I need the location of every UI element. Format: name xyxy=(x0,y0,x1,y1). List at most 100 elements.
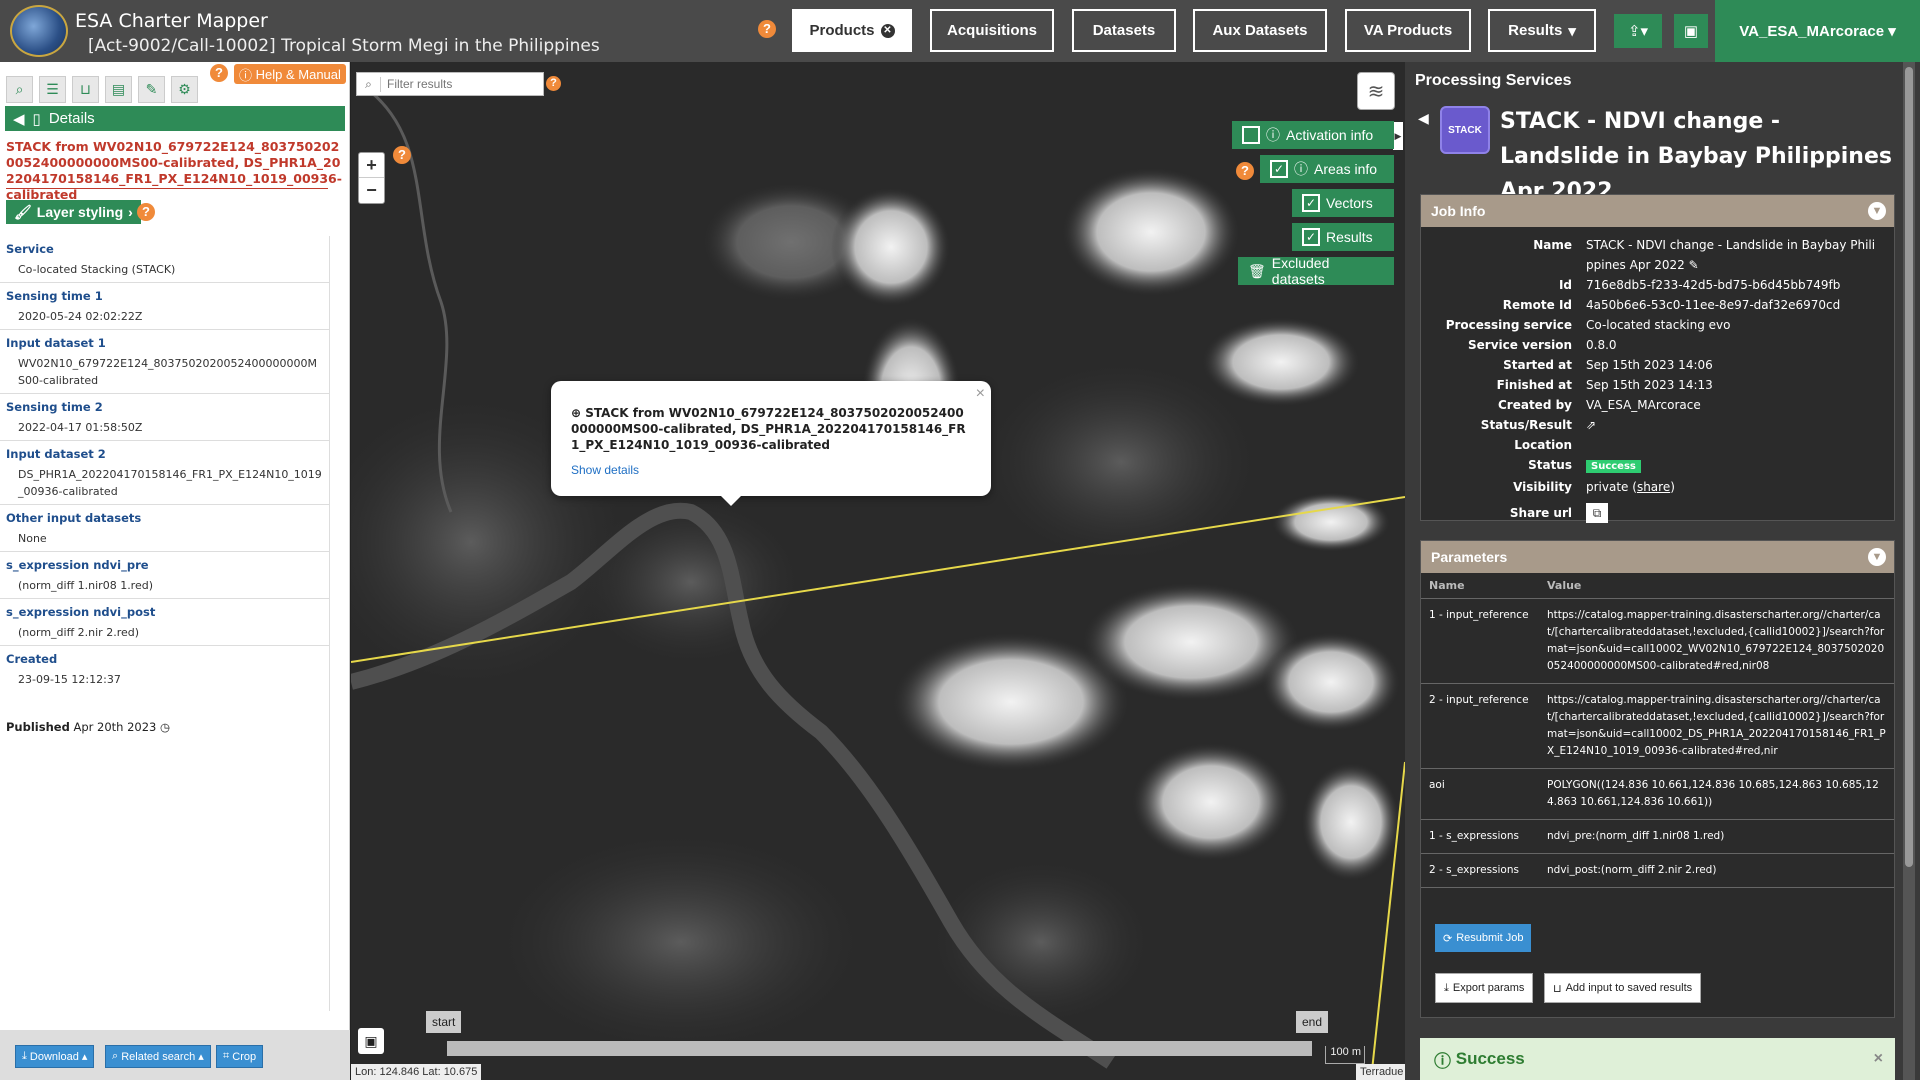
tab-datasets[interactable]: Datasets xyxy=(1072,9,1176,52)
job-info-value: Sep 15th 2023 14:06 xyxy=(1586,358,1713,372)
parameters-header[interactable]: Parameters ▼ xyxy=(1421,541,1894,573)
archive-icon[interactable]: ▤ xyxy=(105,76,132,103)
export-params-button[interactable]: ⤓ Export params xyxy=(1435,973,1534,1003)
help-manual-button[interactable]: ⓘ Help & Manual xyxy=(234,64,346,84)
chevron-left-icon[interactable]: ◀ xyxy=(13,110,25,128)
help-icon[interactable]: ? xyxy=(137,203,155,221)
external-link-icon[interactable]: ⇗ xyxy=(1586,418,1596,432)
filter-results-input[interactable] xyxy=(381,77,531,91)
tab-aux-datasets[interactable]: Aux Datasets xyxy=(1193,9,1327,52)
chevron-down-icon[interactable]: ▼ xyxy=(1868,202,1886,220)
timeline-slider[interactable] xyxy=(447,1041,1312,1056)
crop-button[interactable]: ⌗ Crop xyxy=(216,1045,264,1068)
job-info-value: 716e8db5-f233-42d5-bd75-b6d45bb749fb xyxy=(1586,278,1841,292)
download-icon: ⤓ xyxy=(1444,981,1449,994)
close-icon[interactable]: × xyxy=(1874,1050,1883,1068)
gear-icon[interactable]: ⚙ xyxy=(171,76,198,103)
user-menu[interactable]: VA_ESA_MArcorace ▾ xyxy=(1715,0,1920,62)
pencil-icon[interactable]: ✎ xyxy=(1689,258,1699,272)
tab-products[interactable]: Products ✕ xyxy=(792,9,912,52)
param-value: ndvi_pre:(norm_diff 1.nir08 1.red) xyxy=(1539,819,1894,854)
param-value: ndvi_post:(norm_diff 2.nir 2.red) xyxy=(1539,853,1894,888)
help-icon[interactable]: ? xyxy=(210,64,228,82)
search-icon[interactable]: ⌕ xyxy=(6,76,33,103)
details-properties[interactable]: Service Co-located Stacking (STACK) Sensi… xyxy=(0,236,330,1011)
tab-results[interactable]: Results ▾ xyxy=(1488,9,1596,52)
show-details-link[interactable]: Show details xyxy=(571,463,971,477)
copy-icon[interactable]: ⧉ xyxy=(1586,503,1608,523)
job-info-value: private (share) xyxy=(1586,480,1675,494)
download-button[interactable]: ⤓ Download ▴ xyxy=(15,1045,95,1068)
activation-info-toggle[interactable]: ⓘ Activation info xyxy=(1232,121,1394,149)
job-info-key: Visibility xyxy=(1513,480,1572,494)
table-row: 2 - s_expressions ndvi_post:(norm_diff 2.… xyxy=(1421,853,1894,888)
globe-icon: ⊕ xyxy=(571,406,586,420)
square-icon: ▣ xyxy=(364,1032,378,1049)
results-toggle[interactable]: ✓ Results xyxy=(1292,223,1394,251)
list-icon[interactable]: ☰ xyxy=(39,76,66,103)
chevron-left-icon[interactable]: ◀ xyxy=(1418,110,1429,127)
job-info-row: Created by VA_ESA_MArcorace xyxy=(1421,395,1894,415)
param-name: 1 - input_reference xyxy=(1421,598,1539,684)
help-icon[interactable]: ? xyxy=(393,146,411,164)
prop-s-expression-post: s_expression ndvi_post (norm_diff 2.nir 2… xyxy=(0,599,329,646)
add-input-saved-button[interactable]: ⊔ Add input to saved results xyxy=(1544,973,1702,1003)
layers-button[interactable]: ≋ xyxy=(1357,72,1395,110)
parameters-header-label: Parameters xyxy=(1431,549,1508,565)
results-label: Results xyxy=(1326,229,1373,245)
param-name: 2 - s_expressions xyxy=(1421,853,1539,888)
close-icon[interactable]: × xyxy=(976,385,985,403)
job-name-value: STACK - NDVI change - Landslide in Bayba… xyxy=(1586,238,1876,272)
pencil-icon[interactable]: ✎ xyxy=(138,76,165,103)
related-search-button[interactable]: ⌕ Related search ▴ xyxy=(105,1045,211,1068)
share-link[interactable]: share xyxy=(1637,480,1670,494)
close-icon[interactable]: ✕ xyxy=(880,23,895,38)
areas-info-toggle[interactable]: ✓ ⓘ Areas info xyxy=(1260,155,1394,183)
job-info-value: 0.8.0 xyxy=(1586,338,1617,352)
job-info-key: Created by xyxy=(1497,398,1572,412)
prop-value: WV02N10_679722E124_803750202005240000000… xyxy=(18,357,318,387)
download-label: Download xyxy=(29,1050,79,1063)
prop-value: (norm_diff 1.nir08 1.red) xyxy=(18,579,154,592)
upload-button[interactable]: ⇪▾ xyxy=(1614,14,1662,48)
tab-acquisitions[interactable]: Acquisitions xyxy=(930,9,1054,52)
refresh-icon: ⟳ xyxy=(1443,932,1453,945)
timeline-toggle-button[interactable]: ▣ xyxy=(358,1028,384,1054)
right-panel-scrollbar[interactable] xyxy=(1903,62,1915,1080)
zoom-in-button[interactable]: + xyxy=(359,153,384,178)
param-value: https://catalog.mapper-training.disaster… xyxy=(1539,598,1894,684)
chevron-down-icon[interactable]: ▼ xyxy=(1868,548,1886,566)
collapse-toggles-button[interactable]: ▶ xyxy=(1393,122,1403,150)
document-icon: ▯ xyxy=(32,110,41,128)
layer-styling-button[interactable]: 🖌 Layer styling › xyxy=(6,200,141,224)
checkbox-checked-icon: ✓ xyxy=(1302,228,1320,246)
help-icon[interactable]: ? xyxy=(758,20,776,38)
scrollbar-thumb[interactable] xyxy=(1905,67,1913,867)
job-info-key: Started at xyxy=(1503,358,1572,372)
export-params-label: Export params xyxy=(1452,982,1525,994)
resubmit-job-button[interactable]: ⟳ Resubmit Job xyxy=(1435,924,1532,952)
job-info-card: Job Info ▼ Name STACK - NDVI change - Land… xyxy=(1420,194,1895,523)
briefcase-button[interactable]: ▣ xyxy=(1674,14,1708,48)
prop-key: Service xyxy=(6,242,54,256)
excluded-datasets-button[interactable]: 🗑 Excluded datasets xyxy=(1238,255,1394,287)
job-info-key: Name xyxy=(1533,238,1572,252)
job-info-header[interactable]: Job Info ▼ xyxy=(1421,195,1894,227)
divider xyxy=(6,188,328,189)
zoom-out-button[interactable]: − xyxy=(359,178,384,203)
tab-aux-datasets-label: Aux Datasets xyxy=(1212,22,1308,39)
layers-icon: ≋ xyxy=(1367,80,1385,103)
tab-va-products[interactable]: VA Products xyxy=(1345,9,1471,52)
published-date: Apr 20th 2023 xyxy=(73,720,157,734)
search-icon: ⌕ xyxy=(112,1050,122,1062)
vectors-toggle[interactable]: ✓ Vectors xyxy=(1292,189,1394,217)
map-view[interactable] xyxy=(351,62,1405,1080)
details-header[interactable]: ◀ ▯ Details xyxy=(5,106,345,131)
job-info-row: Status Success xyxy=(1421,455,1894,477)
prop-input-dataset-2: Input dataset 2 DS_PHR1A_202204170158146_… xyxy=(0,441,329,505)
basket-icon[interactable]: ⊔ xyxy=(72,76,99,103)
caret-down-icon: ▾ xyxy=(1568,22,1576,40)
prop-value: DS_PHR1A_202204170158146_FR1_PX_E124N10_… xyxy=(18,468,322,498)
help-icon[interactable]: ? xyxy=(546,76,561,91)
help-icon[interactable]: ? xyxy=(1236,162,1254,180)
